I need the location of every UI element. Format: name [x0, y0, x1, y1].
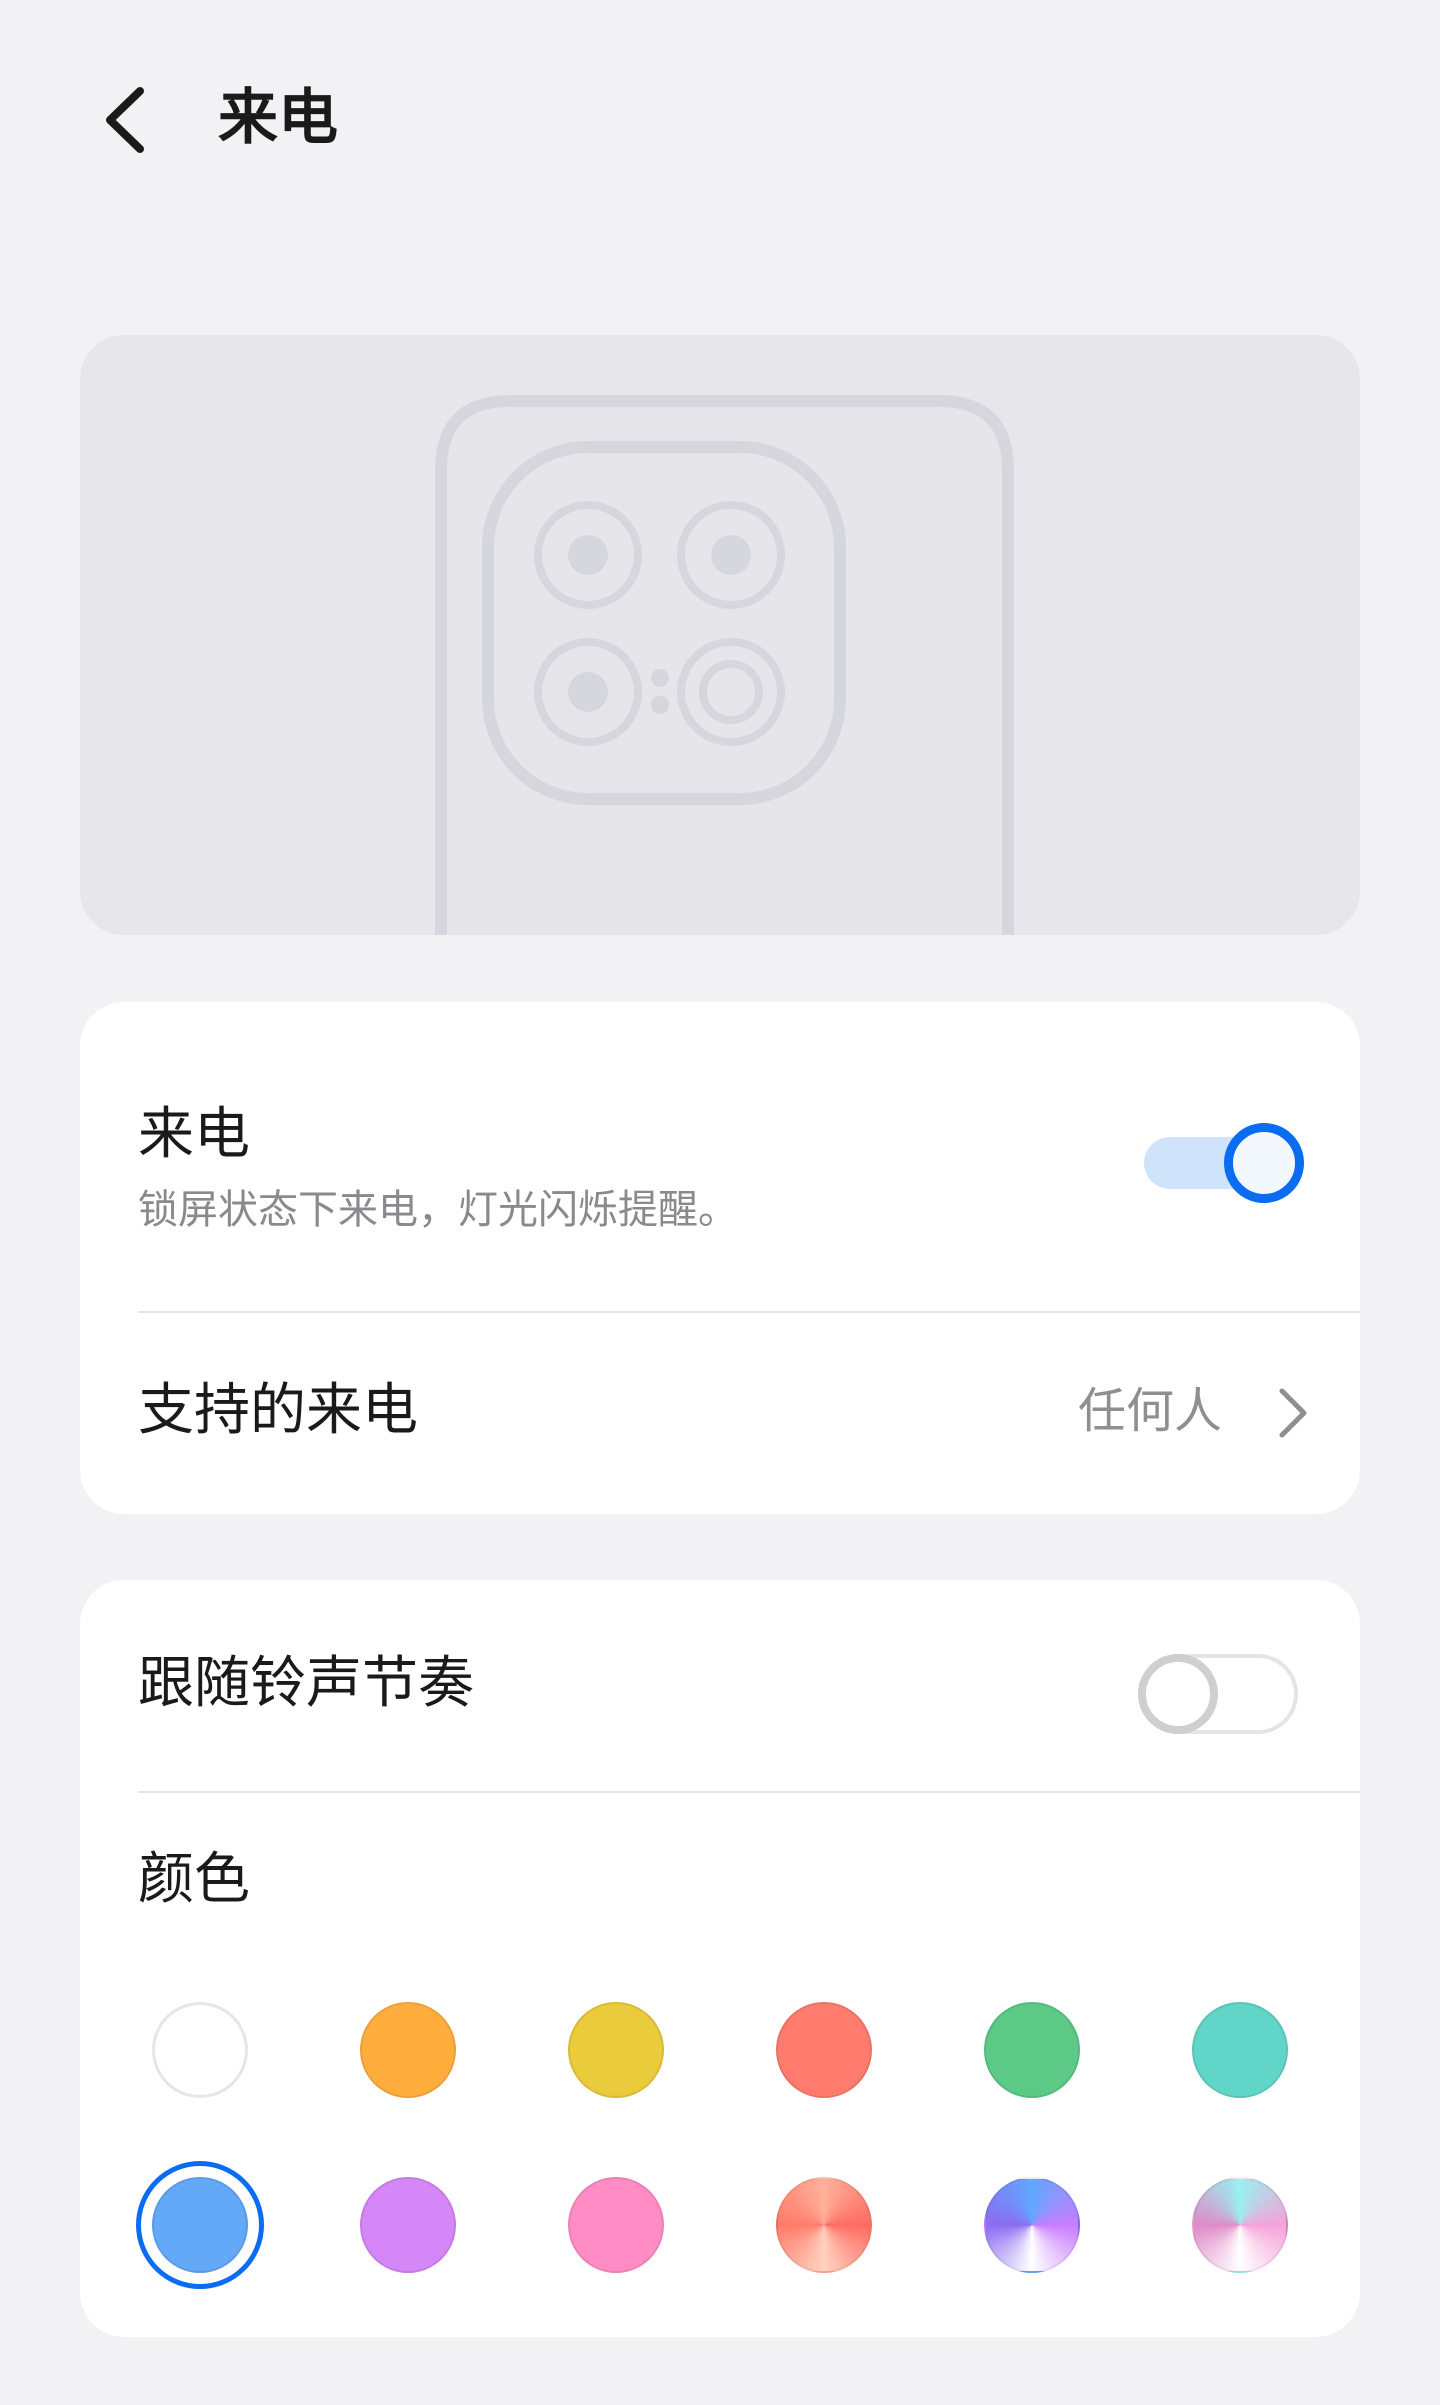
color-settings-card: 跟随铃声节奏 颜色: [80, 1580, 1360, 2337]
color-swatch-violet-gradient[interactable]: [984, 2177, 1080, 2273]
chevron-right-icon: [1279, 1388, 1307, 1438]
chevron-left-icon: [106, 87, 144, 153]
incoming-call-subtitle: 锁屏状态下来电，灯光闪烁提醒。: [138, 1187, 738, 1233]
page-title: 来电: [218, 83, 338, 153]
incoming-call-card: 来电 锁屏状态下来电，灯光闪烁提醒。 支持的来电 任何人: [80, 1002, 1360, 1514]
color-swatch-red[interactable]: [776, 2002, 872, 2098]
color-swatch-orange[interactable]: [360, 2002, 456, 2098]
supported-calls-value: 任何人: [1077, 1383, 1222, 1439]
color-section-title: 颜色: [138, 1847, 250, 1912]
phone-camera-illustration: [435, 395, 1014, 935]
incoming-call-row: 来电 锁屏状态下来电，灯光闪烁提醒。: [80, 1002, 1360, 1312]
supported-calls-row[interactable]: 支持的来电 任何人: [80, 1313, 1360, 1514]
back-button[interactable]: [80, 70, 170, 170]
color-swatch-pink[interactable]: [568, 2177, 664, 2273]
incoming-call-title: 来电: [138, 1102, 250, 1167]
color-swatch-rainbow-gradient[interactable]: [1192, 2177, 1288, 2273]
phone-illustration-card: [80, 335, 1360, 935]
color-swatch-green[interactable]: [984, 2002, 1080, 2098]
incoming-call-toggle[interactable]: [1144, 1123, 1304, 1203]
divider: [138, 1791, 1360, 1793]
color-swatch-blue[interactable]: [152, 2177, 248, 2273]
color-swatch-purple[interactable]: [360, 2177, 456, 2273]
color-swatch-yellow[interactable]: [568, 2002, 664, 2098]
follow-rhythm-toggle[interactable]: [1138, 1654, 1298, 1734]
color-swatch-coral-gradient[interactable]: [776, 2177, 872, 2273]
supported-calls-title: 支持的来电: [138, 1378, 418, 1443]
follow-rhythm-title: 跟随铃声节奏: [138, 1651, 474, 1716]
color-swatch-teal[interactable]: [1192, 2002, 1288, 2098]
header: 来电: [0, 0, 1440, 240]
follow-rhythm-row: 跟随铃声节奏: [80, 1580, 1360, 1790]
color-swatch-white[interactable]: [152, 2002, 248, 2098]
toggle-knob: [1224, 1123, 1304, 1203]
toggle-knob: [1138, 1654, 1218, 1734]
page: 来电 来电 锁屏状态下来电，灯光闪烁提醒。 支持的来电 任何人 跟随铃声节奏 颜…: [0, 0, 1440, 2405]
